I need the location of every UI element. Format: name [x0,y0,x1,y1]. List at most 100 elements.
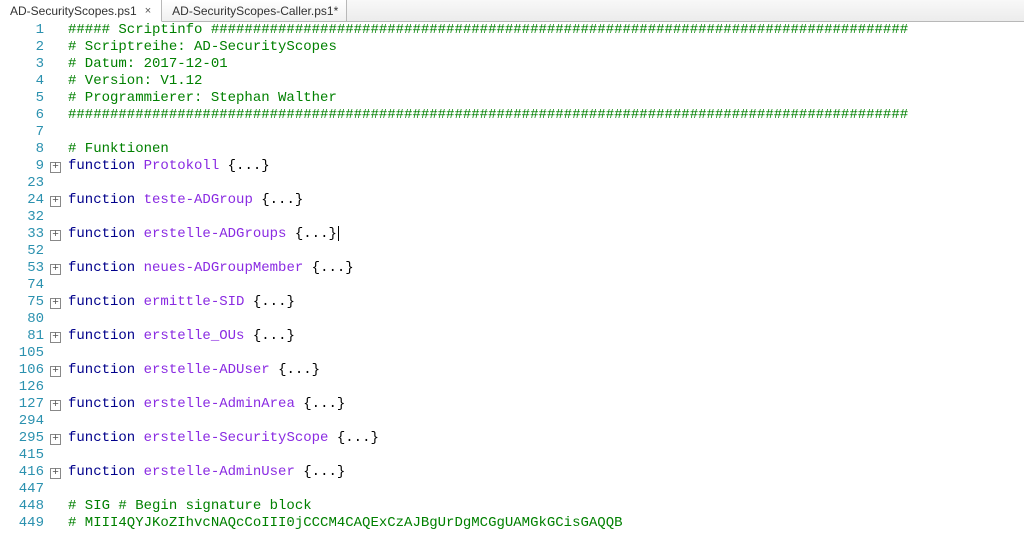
line-number: 105 [0,345,44,362]
code-line[interactable]: # MIII4QYJKoZIhvcNAQcCoIII0jCCCM4CAQExCz… [68,515,1024,532]
code-line[interactable] [68,243,1024,260]
fold-expand-icon[interactable]: + [50,196,61,207]
line-number: 32 [0,209,44,226]
code-line[interactable]: # SIG # Begin signature block [68,498,1024,515]
token-text [244,294,252,310]
token-punct: {...} [228,158,270,174]
token-text [270,362,278,378]
code-line[interactable]: ########################################… [68,107,1024,124]
fold-expand-icon[interactable]: + [50,366,61,377]
code-line[interactable]: function erstelle-ADGroups {...} [68,226,1024,243]
fold-cell [50,481,68,498]
token-text [135,158,143,174]
token-func: erstelle-AdminArea [144,396,295,412]
token-text [295,396,303,412]
token-text [135,260,143,276]
token-text [219,158,227,174]
code-line[interactable]: # Version: V1.12 [68,73,1024,90]
token-text [253,192,261,208]
token-func: erstelle-ADUser [144,362,270,378]
fold-cell [50,311,68,328]
code-line[interactable]: function erstelle-SecurityScope {...} [68,430,1024,447]
line-number: 4 [0,73,44,90]
code-line[interactable] [68,311,1024,328]
token-func: Protokoll [144,158,220,174]
code-line[interactable]: ##### Scriptinfo #######################… [68,22,1024,39]
fold-expand-icon[interactable]: + [50,332,61,343]
code-line[interactable]: function erstelle-AdminArea {...} [68,396,1024,413]
code-line[interactable] [68,481,1024,498]
line-number: 106 [0,362,44,379]
fold-cell [50,209,68,226]
code-line[interactable]: function teste-ADGroup {...} [68,192,1024,209]
fold-expand-icon[interactable]: + [50,298,61,309]
fold-cell [50,175,68,192]
code-line[interactable]: function erstelle-ADUser {...} [68,362,1024,379]
fold-expand-icon[interactable]: + [50,434,61,445]
line-number: 295 [0,430,44,447]
tab-bar: AD-SecurityScopes.ps1 × AD-SecurityScopes-… [0,0,1024,22]
fold-cell: + [50,430,68,447]
fold-cell [50,141,68,158]
tab-1[interactable]: AD-SecurityScopes-Caller.ps1* [162,0,347,21]
line-number: 1 [0,22,44,39]
line-number: 23 [0,175,44,192]
tab-label: AD-SecurityScopes-Caller.ps1* [172,4,338,18]
tab-label: AD-SecurityScopes.ps1 [10,4,137,18]
code-line[interactable] [68,209,1024,226]
token-func: erstelle-AdminUser [144,464,295,480]
token-func: erstelle-SecurityScope [144,430,329,446]
code-line[interactable]: function erstelle_OUs {...} [68,328,1024,345]
code-line[interactable]: # Programmierer: Stephan Walther [68,90,1024,107]
code-content[interactable]: ##### Scriptinfo #######################… [68,22,1024,550]
close-icon[interactable]: × [143,5,153,17]
code-line[interactable] [68,447,1024,464]
code-line[interactable]: # Datum: 2017-12-01 [68,56,1024,73]
fold-expand-icon[interactable]: + [50,162,61,173]
code-line[interactable]: # Scriptreihe: AD-SecurityScopes [68,39,1024,56]
token-text [135,328,143,344]
token-text [135,294,143,310]
token-punct: {...} [295,226,337,242]
line-number: 126 [0,379,44,396]
token-punct: {...} [312,260,354,276]
fold-expand-icon[interactable]: + [50,400,61,411]
token-comment: # MIII4QYJKoZIhvcNAQcCoIII0jCCCM4CAQExCz… [68,515,623,531]
code-line[interactable]: function Protokoll {...} [68,158,1024,175]
fold-expand-icon[interactable]: + [50,264,61,275]
token-comment: # Funktionen [68,141,169,157]
token-keyword: function [68,328,135,344]
fold-expand-icon[interactable]: + [50,468,61,479]
code-line[interactable] [68,379,1024,396]
code-editor[interactable]: 1234567892324323352537475808110510612612… [0,22,1024,550]
fold-cell: + [50,226,68,243]
token-keyword: function [68,362,135,378]
code-line[interactable]: function erstelle-AdminUser {...} [68,464,1024,481]
token-func: erstelle_OUs [144,328,245,344]
token-keyword: function [68,464,135,480]
fold-expand-icon[interactable]: + [50,230,61,241]
code-line[interactable]: function ermittle-SID {...} [68,294,1024,311]
code-line[interactable]: # Funktionen [68,141,1024,158]
fold-cell: + [50,192,68,209]
code-line[interactable] [68,345,1024,362]
code-line[interactable] [68,175,1024,192]
code-line[interactable] [68,413,1024,430]
token-punct: {...} [303,464,345,480]
fold-cell [50,515,68,532]
line-number: 24 [0,192,44,209]
code-line[interactable]: function neues-ADGroupMember {...} [68,260,1024,277]
token-func: neues-ADGroupMember [144,260,304,276]
token-func: teste-ADGroup [144,192,253,208]
fold-cell [50,124,68,141]
fold-cell: + [50,362,68,379]
fold-cell [50,277,68,294]
token-text [135,396,143,412]
token-punct: {...} [278,362,320,378]
token-func: ermittle-SID [144,294,245,310]
token-keyword: function [68,226,135,242]
token-text [286,226,294,242]
tab-0[interactable]: AD-SecurityScopes.ps1 × [0,0,162,22]
code-line[interactable] [68,277,1024,294]
code-line[interactable] [68,124,1024,141]
